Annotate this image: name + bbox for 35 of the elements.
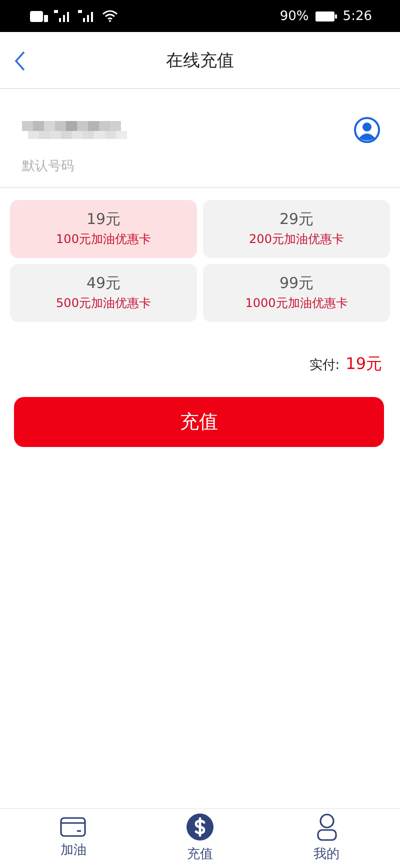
recharge-option[interactable]: 99元 1000元加油优惠卡	[203, 264, 390, 322]
option-bonus: 500元加油优惠卡	[56, 295, 151, 312]
recharge-option[interactable]: 49元 500元加油优惠卡	[10, 264, 197, 322]
nav-tab[interactable]: 加油	[33, 809, 114, 867]
card-icon	[60, 817, 86, 837]
payment-amount: 19元	[346, 354, 382, 375]
time: 5:26	[342, 8, 372, 24]
tab-label: 充值	[186, 846, 213, 863]
contact-icon[interactable]	[354, 117, 380, 143]
tab-label: 我的	[314, 846, 340, 863]
option-bonus: 200元加油优惠卡	[249, 231, 344, 248]
payment-label: 实付:	[309, 357, 340, 374]
phone-hint: 默认号码	[22, 158, 75, 175]
person-icon	[316, 813, 337, 841]
recharge-option[interactable]: 29元 200元加油优惠卡	[203, 200, 390, 258]
hd-icon	[30, 10, 48, 22]
battery-icon	[314, 10, 337, 22]
option-price: 29元	[279, 210, 314, 229]
recharge-option[interactable]: 19元 100元加油优惠卡	[10, 200, 197, 258]
option-price: 49元	[86, 274, 121, 293]
option-price: 99元	[279, 274, 314, 293]
wifi-icon	[102, 10, 118, 22]
signal-icon	[54, 10, 72, 22]
dollar-icon	[186, 813, 214, 841]
tab-label: 加油	[60, 842, 86, 859]
option-price: 19元	[86, 210, 121, 229]
back-icon[interactable]	[14, 51, 26, 71]
option-bonus: 1000元加油优惠卡	[245, 295, 348, 312]
recharge-button[interactable]: 充值	[14, 397, 384, 447]
battery-percent: 90%	[280, 8, 309, 24]
nav-tab[interactable]: 我的	[286, 809, 367, 867]
signal-icon	[78, 10, 96, 22]
page-title: 在线充值	[166, 50, 234, 72]
option-bonus: 100元加油优惠卡	[56, 231, 151, 248]
nav-tab[interactable]: 充值	[160, 809, 240, 867]
